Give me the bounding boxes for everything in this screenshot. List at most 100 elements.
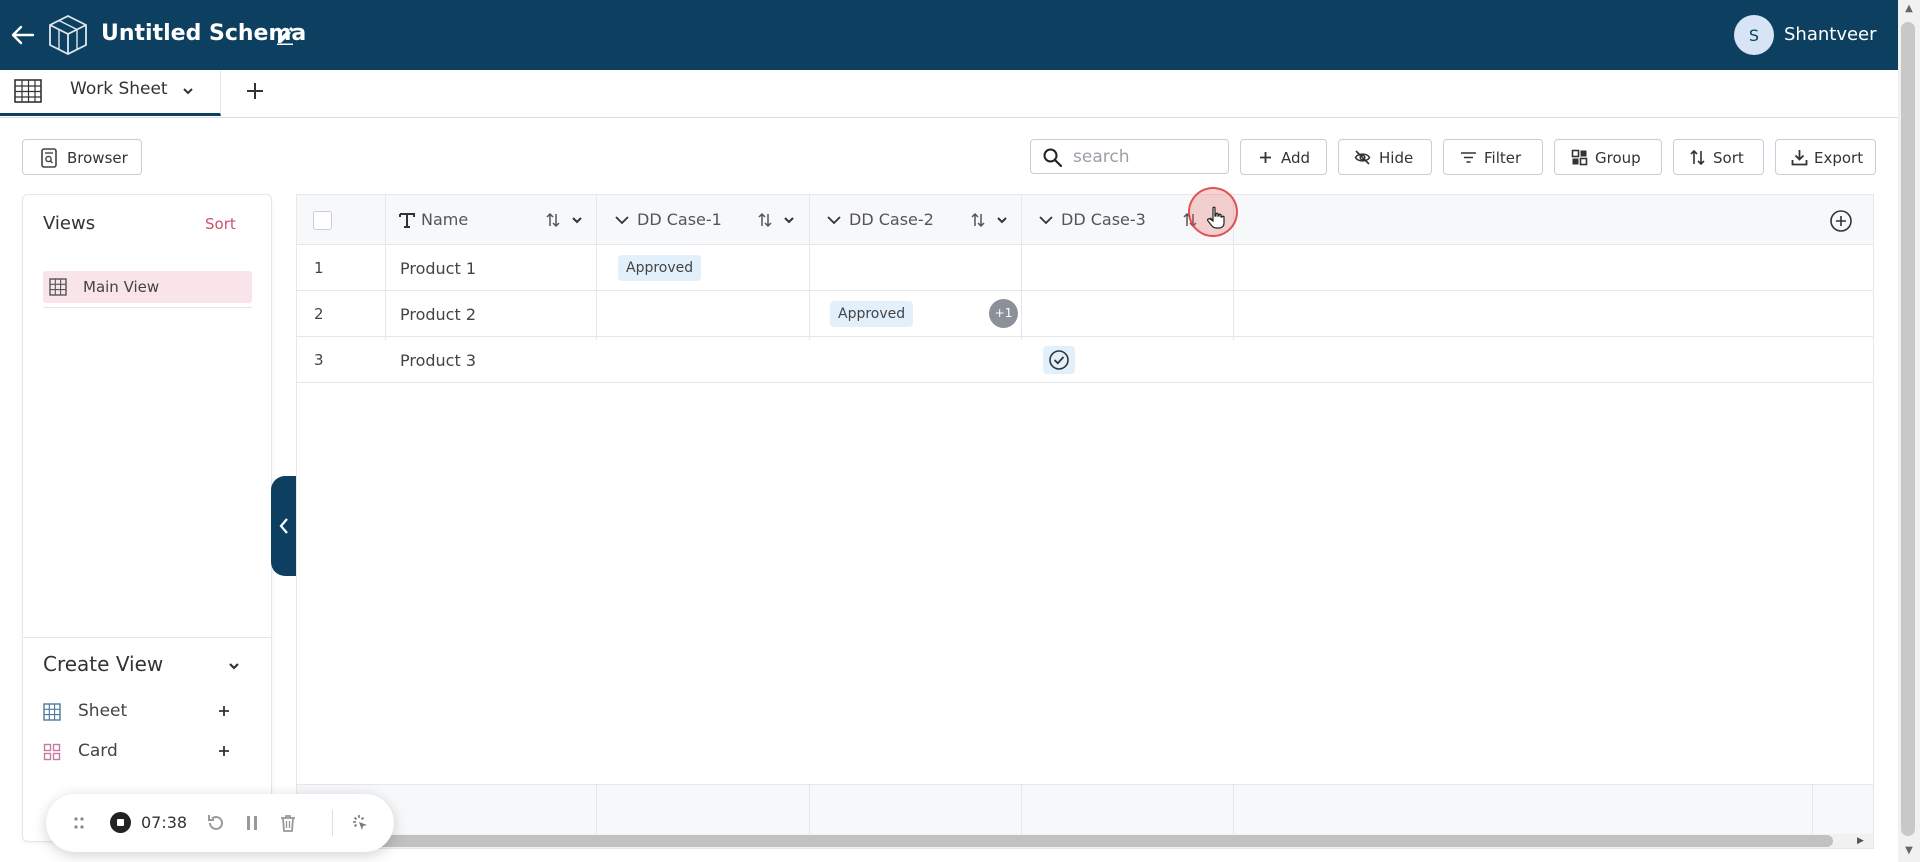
row-number: 3: [314, 351, 324, 369]
chevron-down-icon[interactable]: [783, 214, 795, 226]
dropdown-type-icon: [615, 216, 629, 225]
divider: [43, 307, 252, 308]
click-effect-icon[interactable]: [350, 813, 370, 833]
scroll-right-arrow-icon[interactable]: ▶: [1857, 834, 1864, 848]
table-row[interactable]: 3 Product 3: [297, 337, 1873, 383]
plus-icon[interactable]: [217, 704, 231, 718]
grid-header-row: Name DD Case-1 DD Case-2 DD Case-3: [297, 195, 1873, 245]
column-label: DD Case-2: [849, 210, 934, 229]
row-name-cell[interactable]: Product 1: [400, 259, 476, 278]
grid-icon: [49, 278, 67, 296]
views-sort-link[interactable]: Sort: [205, 215, 236, 233]
sort-arrows-icon: [1690, 149, 1705, 166]
restart-icon[interactable]: [206, 813, 226, 833]
export-label: Export: [1814, 149, 1864, 167]
view-item-label: Main View: [83, 278, 160, 296]
status-badge[interactable]: Approved: [618, 255, 702, 281]
table-grid-icon: [14, 79, 42, 103]
hide-button[interactable]: Hide: [1338, 139, 1432, 175]
table-row[interactable]: 1 Product 1 Approved: [297, 245, 1873, 291]
more-count-badge[interactable]: +1: [989, 299, 1018, 328]
add-tab-plus-icon[interactable]: [244, 80, 266, 102]
search-input[interactable]: [1073, 144, 1223, 170]
check-circle-icon: [1049, 350, 1069, 370]
pencil-edit-icon[interactable]: [275, 25, 295, 45]
table-row[interactable]: 2 Product 2 Approved +1: [297, 291, 1873, 337]
grid-icon: [43, 703, 61, 721]
views-panel: Views Sort Main View Create View Sheet C…: [22, 194, 272, 842]
export-button[interactable]: Export: [1775, 139, 1876, 175]
download-icon: [1791, 150, 1808, 166]
row-name-cell[interactable]: Product 3: [400, 351, 476, 370]
view-item-main-view[interactable]: Main View: [43, 271, 252, 303]
sort-arrows-icon[interactable]: [970, 212, 986, 228]
column-header-dd-case-2[interactable]: DD Case-2: [810, 195, 1021, 245]
search-box[interactable]: [1030, 139, 1229, 174]
create-view-card[interactable]: Card: [43, 738, 252, 766]
column-label: DD Case-3: [1061, 210, 1146, 229]
chevron-down-icon[interactable]: [996, 214, 1008, 226]
grid-footer-row: [297, 784, 1873, 835]
horizontal-scrollbar[interactable]: ▶: [297, 834, 1873, 848]
add-column-plus-circle-icon[interactable]: [1829, 209, 1853, 233]
user-name[interactable]: Shantveer: [1784, 24, 1877, 45]
column-separator: [596, 785, 597, 835]
browser-document-icon: [41, 148, 57, 168]
pause-icon[interactable]: [242, 813, 262, 833]
card-icon: [43, 743, 61, 761]
divider: [332, 810, 333, 836]
column-separator: [1812, 785, 1813, 835]
status-badge[interactable]: Approved: [830, 301, 914, 327]
chevron-left-icon: [279, 518, 288, 534]
hide-label: Hide: [1379, 149, 1414, 167]
status-badge[interactable]: [1043, 346, 1075, 374]
create-view-label: Sheet: [78, 701, 128, 721]
create-view-sheet[interactable]: Sheet: [43, 698, 252, 726]
app-logo-icon: [49, 14, 87, 56]
filter-button[interactable]: Filter: [1443, 139, 1543, 175]
column-header-name[interactable]: Name: [385, 195, 596, 245]
eye-off-icon: [1354, 150, 1371, 165]
recording-timer: 07:38: [141, 813, 188, 832]
row-name-cell[interactable]: Product 2: [400, 305, 476, 324]
vertical-scrollbar-thumb[interactable]: [1901, 22, 1915, 836]
trash-icon[interactable]: [278, 813, 298, 833]
screen-recorder-toolbar: 07:38: [46, 794, 394, 852]
sort-arrows-icon[interactable]: [545, 212, 561, 228]
browser-button[interactable]: Browser: [22, 139, 142, 175]
column-label: Name: [421, 210, 469, 229]
user-avatar[interactable]: S: [1734, 15, 1774, 55]
row-number: 1: [314, 259, 324, 277]
column-separator: [1021, 785, 1022, 835]
sort-button[interactable]: Sort: [1673, 139, 1764, 175]
sheet-tab-bar: Work Sheet: [0, 70, 1898, 118]
column-header-dd-case-1[interactable]: DD Case-1: [597, 195, 809, 245]
select-all-checkbox[interactable]: [313, 211, 332, 230]
group-button[interactable]: Group: [1554, 139, 1662, 175]
horizontal-scrollbar-thumb[interactable]: [303, 835, 1833, 847]
chevron-down-icon[interactable]: [182, 85, 194, 97]
chevron-down-icon[interactable]: [571, 214, 583, 226]
text-type-icon: [399, 213, 415, 228]
tab-label: Work Sheet: [70, 79, 168, 99]
filter-label: Filter: [1484, 149, 1522, 167]
scroll-up-arrow-icon[interactable]: ▲: [1902, 2, 1916, 16]
collapse-sidebar-handle[interactable]: [271, 476, 297, 576]
dropdown-type-icon: [827, 216, 841, 225]
create-view-label: Card: [78, 741, 118, 761]
dropdown-type-icon: [1039, 216, 1053, 225]
drag-handle-icon[interactable]: [72, 815, 86, 831]
sort-arrows-icon[interactable]: [757, 212, 773, 228]
scroll-down-arrow-icon[interactable]: ▼: [1902, 844, 1916, 858]
group-label: Group: [1595, 149, 1641, 167]
plus-icon[interactable]: [217, 744, 231, 758]
chevron-down-icon[interactable]: [227, 659, 241, 673]
tab-work-sheet[interactable]: Work Sheet: [0, 70, 221, 116]
back-arrow-icon[interactable]: [10, 22, 36, 48]
column-label: DD Case-1: [637, 210, 722, 229]
stop-recording-button[interactable]: [110, 812, 131, 833]
create-view-title[interactable]: Create View: [43, 652, 163, 676]
add-button[interactable]: Add: [1240, 139, 1327, 175]
app-header: Untitled Schema S Shantveer: [0, 0, 1898, 70]
browser-label: Browser: [67, 149, 128, 167]
